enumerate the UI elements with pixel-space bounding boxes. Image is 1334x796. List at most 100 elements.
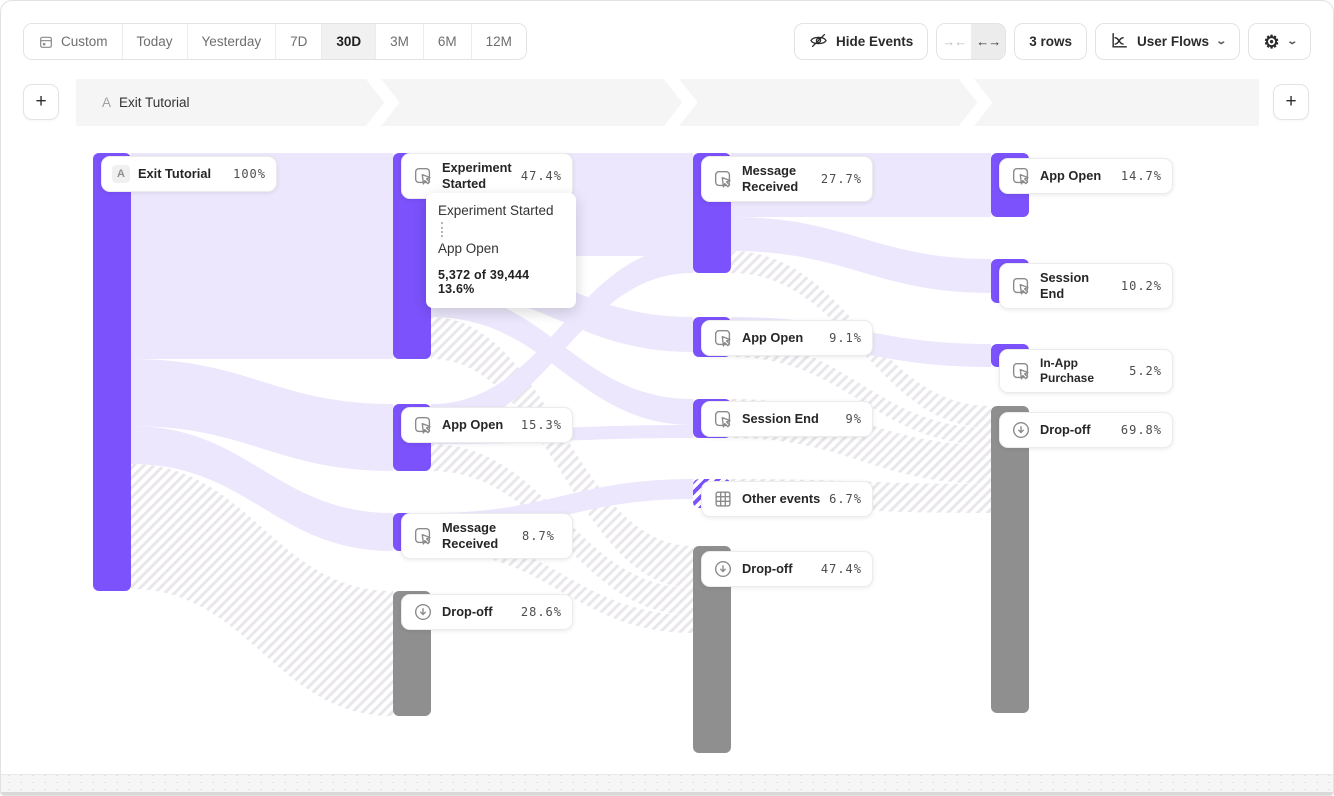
hide-events-button[interactable]: Hide Events xyxy=(794,23,928,60)
date-range-label: Custom xyxy=(61,34,108,49)
event-icon xyxy=(412,165,434,187)
node-card-exit-tutorial[interactable]: A Exit Tutorial 100% xyxy=(101,156,277,192)
node-card-session-end-3[interactable]: Session End 9% xyxy=(701,401,873,437)
node-card-drop-off-2[interactable]: Drop-off 28.6% xyxy=(401,594,573,630)
node-card-app-open-3[interactable]: App Open 9.1% xyxy=(701,320,873,356)
event-icon xyxy=(412,414,434,436)
date-range-6m[interactable]: 6M xyxy=(424,24,472,59)
date-range-7d[interactable]: 7D xyxy=(276,24,322,59)
add-step-left-button[interactable]: + xyxy=(23,84,59,120)
drop-off-icon xyxy=(412,601,434,623)
node-pct: 28.6% xyxy=(521,605,562,619)
node-bar-exit-tutorial[interactable] xyxy=(93,153,131,591)
node-label: Message Received xyxy=(742,163,813,195)
view-type-dropdown[interactable]: User Flows ⌄ xyxy=(1095,23,1240,60)
user-flows-icon xyxy=(1110,31,1129,53)
rows-label: 3 rows xyxy=(1029,34,1072,49)
path-bar: + A Exit Tutorial + xyxy=(1,79,1333,126)
tooltip-connector xyxy=(441,222,443,237)
node-label: Message Received xyxy=(442,520,514,552)
rows-button[interactable]: 3 rows xyxy=(1014,23,1087,60)
gear-icon: ⚙ xyxy=(1263,33,1279,51)
event-icon xyxy=(412,525,434,547)
flow-path-banner[interactable]: A Exit Tutorial xyxy=(76,79,1259,126)
node-label: App Open xyxy=(442,417,513,433)
event-icon xyxy=(712,327,734,349)
node-pct: 100% xyxy=(233,167,266,181)
date-range-3m[interactable]: 3M xyxy=(376,24,424,59)
date-range-12m[interactable]: 12M xyxy=(472,24,526,59)
node-card-message-received-3[interactable]: Message Received 27.7% xyxy=(701,156,873,202)
event-icon xyxy=(1010,360,1032,382)
node-label: Other events xyxy=(742,491,821,507)
chevron-down-icon: ⌄ xyxy=(1286,36,1298,47)
settings-dropdown[interactable]: ⚙ ⌄ xyxy=(1248,23,1311,60)
collapse-expand-toggle: →← ←→ xyxy=(936,23,1006,60)
sankey-chart: A Exit Tutorial 100% Experiment Started … xyxy=(1,131,1334,776)
node-pct: 10.2% xyxy=(1121,279,1162,293)
node-label: Experiment Started xyxy=(442,160,513,192)
node-card-drop-off-3[interactable]: Drop-off 47.4% xyxy=(701,551,873,587)
node-label: App Open xyxy=(742,330,821,346)
chevron-down-icon: ⌄ xyxy=(1215,36,1227,47)
node-pct: 14.7% xyxy=(1121,169,1162,183)
user-flows-app: Custom Today Yesterday 7D 30D 3M 6M 12M … xyxy=(0,0,1334,796)
eye-off-icon xyxy=(809,31,828,53)
node-label: In-App Purchase xyxy=(1040,356,1121,386)
toolbar-right-cluster: Hide Events →← ←→ 3 rows User Flows ⌄ ⚙ … xyxy=(794,23,1311,60)
node-pct: 27.7% xyxy=(821,172,862,186)
node-pct: 15.3% xyxy=(521,418,562,432)
node-label: Drop-off xyxy=(742,561,813,577)
event-icon xyxy=(1010,275,1032,297)
node-card-drop-off-4[interactable]: Drop-off 69.8% xyxy=(999,412,1173,448)
date-range-today[interactable]: Today xyxy=(123,24,188,59)
flow-link xyxy=(731,217,991,293)
add-step-right-button[interactable]: + xyxy=(1273,84,1309,120)
node-card-in-app-purchase-4[interactable]: In-App Purchase 5.2% xyxy=(999,349,1173,393)
node-pct: 6.7% xyxy=(829,492,862,506)
collapse-columns-button[interactable]: →← xyxy=(937,24,971,59)
node-card-app-open-2[interactable]: App Open 15.3% xyxy=(401,407,573,443)
drop-off-icon xyxy=(712,558,734,580)
node-pct: 47.4% xyxy=(821,562,862,576)
step-a-badge: A xyxy=(112,165,130,183)
grid-icon xyxy=(712,488,734,510)
node-card-app-open-4[interactable]: App Open 14.7% xyxy=(999,158,1173,194)
date-range-yesterday[interactable]: Yesterday xyxy=(188,24,277,59)
tooltip-to-event: App Open xyxy=(438,241,566,256)
date-range-30d[interactable]: 30D xyxy=(322,24,376,59)
node-pct: 9% xyxy=(846,412,862,426)
node-label: Session End xyxy=(1040,270,1113,302)
node-pct: 8.7% xyxy=(522,529,555,543)
event-icon xyxy=(1010,165,1032,187)
hide-events-label: Hide Events xyxy=(836,34,913,49)
node-pct: 69.8% xyxy=(1121,423,1162,437)
tooltip-from-event: Experiment Started xyxy=(438,203,566,218)
node-card-session-end-4[interactable]: Session End 10.2% xyxy=(999,263,1173,309)
bottom-scroll-strip[interactable] xyxy=(1,774,1333,792)
node-label: Drop-off xyxy=(1040,422,1113,438)
node-label: Session End xyxy=(742,411,838,427)
node-bar-drop-off-4[interactable] xyxy=(991,406,1029,713)
expand-columns-button[interactable]: ←→ xyxy=(971,24,1005,59)
date-range-selector: Custom Today Yesterday 7D 30D 3M 6M 12M xyxy=(23,23,527,60)
flow-tooltip: Experiment Started App Open 5,372 of 39,… xyxy=(426,193,576,308)
node-card-message-received-2[interactable]: Message Received 8.7% xyxy=(401,513,573,559)
node-label: Drop-off xyxy=(442,604,513,620)
flow-links-layer xyxy=(1,131,1334,776)
calendar-icon xyxy=(38,34,54,50)
node-pct: 9.1% xyxy=(829,331,862,345)
step-chevron-separators xyxy=(76,79,1259,126)
node-pct: 5.2% xyxy=(1129,364,1162,378)
node-card-other-events-3[interactable]: Other events 6.7% xyxy=(701,481,873,517)
drop-off-icon xyxy=(1010,419,1032,441)
node-label: App Open xyxy=(1040,168,1113,184)
event-icon xyxy=(712,168,734,190)
event-icon xyxy=(712,408,734,430)
date-range-custom[interactable]: Custom xyxy=(24,24,123,59)
node-pct: 47.4% xyxy=(521,169,562,183)
toolbar: Custom Today Yesterday 7D 30D 3M 6M 12M … xyxy=(23,23,1311,60)
tooltip-stat: 5,372 of 39,444 13.6% xyxy=(438,268,566,296)
view-type-label: User Flows xyxy=(1137,34,1209,49)
node-label: Exit Tutorial xyxy=(138,166,225,182)
